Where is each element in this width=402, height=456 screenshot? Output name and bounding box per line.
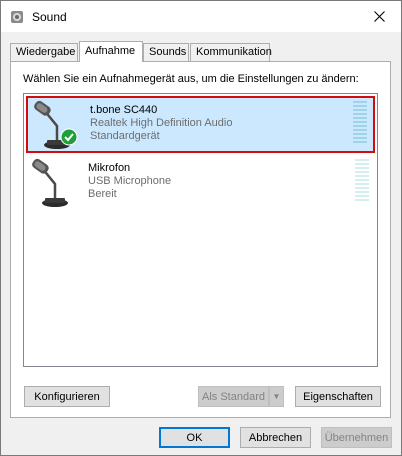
device-name: t.bone SC440: [90, 104, 158, 116]
level-meter: [355, 159, 369, 205]
microphone-icon: [32, 158, 68, 207]
set-default-button[interactable]: Als Standard: [198, 386, 269, 407]
level-meter: [353, 101, 367, 147]
device-status: Standardgerät: [90, 130, 160, 142]
apply-button[interactable]: Übernehmen: [321, 427, 392, 448]
cancel-button[interactable]: Abbrechen: [240, 427, 311, 448]
instruction-text: Wählen Sie ein Aufnahmegerät aus, um die…: [23, 73, 359, 85]
tab-aufnahme[interactable]: Aufnahme: [79, 41, 143, 62]
tab-kommunikation[interactable]: Kommunikation: [190, 43, 272, 62]
set-default-dropdown[interactable]: ▼: [269, 386, 284, 407]
device-list[interactable]: t.bone SC440 Realtek High Definition Aud…: [23, 93, 378, 367]
device-item-mikrofon[interactable]: Mikrofon USB Microphone Bereit: [26, 156, 375, 213]
device-description: Realtek High Definition Audio: [90, 117, 233, 129]
speaker-icon: [11, 11, 23, 23]
recording-panel: Wählen Sie ein Aufnahmegerät aus, um die…: [10, 61, 391, 418]
properties-button[interactable]: Eigenschaften: [295, 386, 381, 407]
sound-dialog: Sound Wiedergabe Aufnahme Sounds Kommuni…: [0, 0, 402, 456]
chevron-down-icon: ▼: [272, 392, 281, 401]
device-description: USB Microphone: [88, 175, 172, 187]
device-status: Bereit: [88, 188, 117, 200]
ok-button[interactable]: OK: [159, 427, 230, 448]
close-icon: [373, 11, 385, 22]
window-title: Sound: [32, 10, 67, 24]
configure-button[interactable]: Konfigurieren: [24, 386, 110, 407]
tab-wiedergabe[interactable]: Wiedergabe: [10, 43, 78, 62]
device-item-tbone[interactable]: t.bone SC440 Realtek High Definition Aud…: [26, 96, 375, 153]
device-name: Mikrofon: [88, 162, 131, 174]
green-check-icon: [60, 128, 78, 146]
tab-sounds[interactable]: Sounds: [143, 43, 189, 62]
title-bar[interactable]: Sound: [1, 1, 401, 32]
close-button[interactable]: [357, 1, 401, 32]
